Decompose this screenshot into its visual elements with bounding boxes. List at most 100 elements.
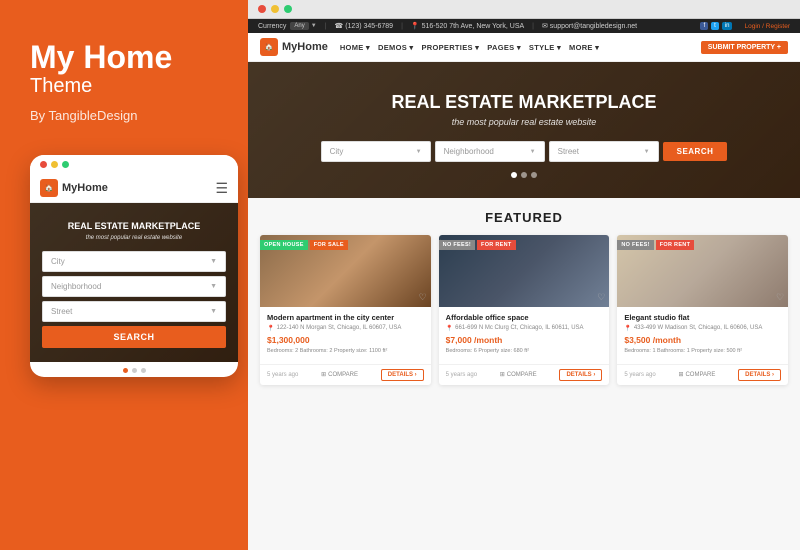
login-link[interactable]: Login / Register (744, 23, 790, 30)
mobile-street-arrow: ▼ (210, 308, 217, 315)
property-info-2: Affordable office space 📍 661-699 N Mc C… (439, 307, 610, 364)
featured-section: FEATURED ★ OPEN HOUSE FOR SALE ♡ Moder (248, 198, 800, 550)
property-date-2: 5 years ago (446, 372, 477, 378)
mobile-logo: 🏠 MyHome (40, 179, 108, 197)
property-meta-2: Bedrooms: 6 Property size: 680 ft² (446, 348, 603, 354)
heart-icon-3[interactable]: ♡ (776, 292, 784, 303)
property-price-2: $7,000 /month (446, 335, 603, 345)
property-img-1: ★ OPEN HOUSE FOR SALE ♡ (260, 235, 431, 307)
submit-property-button[interactable]: SUBMIT PROPERTY + (701, 41, 788, 54)
mobile-hamburger-icon[interactable]: ☰ (215, 180, 228, 197)
hero-subtitle: the most popular real estate website (268, 117, 780, 127)
property-date-1: 5 years ago (267, 372, 298, 378)
mobile-neighborhood-arrow: ▼ (210, 283, 217, 290)
property-img-2: ★ NO FEES! FOR RENT ♡ (439, 235, 610, 307)
location-icon-1: 📍 (267, 325, 274, 332)
browser-dot-red (258, 5, 266, 13)
heart-icon-1[interactable]: ♡ (419, 292, 427, 303)
nav-link-more[interactable]: MORE ▾ (569, 43, 599, 52)
mobile-slide-dot-1 (123, 368, 128, 373)
hero-street-select[interactable]: Street ▼ (549, 141, 659, 162)
nav-link-pages[interactable]: PAGES ▾ (487, 43, 521, 52)
desktop-mockup: Currency Any ▼ | ☎ (123) 345-6789 | 📍 51… (248, 0, 800, 550)
property-meta-3: Bedrooms: 1 Bathrooms: 1 Property size: … (624, 348, 781, 354)
property-title-1: Modern apartment in the city center (267, 313, 424, 323)
mobile-window-dots (40, 161, 69, 168)
property-date-3: 5 years ago (624, 372, 655, 378)
mobile-street-field[interactable]: Street ▼ (42, 301, 226, 322)
property-address-3: 📍 433-499 W Madison St, Chicago, IL 6060… (624, 325, 781, 332)
property-title-2: Affordable office space (446, 313, 603, 323)
featured-title: FEATURED (260, 210, 788, 225)
property-footer-3: 5 years ago ⊞ COMPARE DETAILS › (617, 364, 788, 385)
mobile-neighborhood-field[interactable]: Neighborhood ▼ (42, 276, 226, 297)
hero-section: REAL ESTATE MARKETPLACE the most popular… (248, 62, 800, 198)
badge-for-rent-2: FOR RENT (477, 240, 516, 250)
heart-icon-2[interactable]: ♡ (597, 292, 605, 303)
property-compare-2[interactable]: ⊞ COMPARE (500, 371, 537, 378)
hero-title: REAL ESTATE MARKETPLACE (268, 92, 780, 113)
nav-link-home[interactable]: HOME ▾ (340, 43, 370, 52)
property-card-2: ★ NO FEES! FOR RENT ♡ Affordable office … (439, 235, 610, 385)
property-info-1: Modern apartment in the city center 📍 12… (260, 307, 431, 364)
property-badges-3: NO FEES! FOR RENT (617, 240, 694, 250)
hero-search-row: City ▼ Neighborhood ▼ Street ▼ SEARCH (268, 141, 780, 162)
badge-open-house: OPEN HOUSE (260, 240, 308, 250)
hero-dot-3[interactable] (531, 172, 537, 178)
property-price-3: $3,500 /month (624, 335, 781, 345)
hero-city-select[interactable]: City ▼ (321, 141, 431, 162)
hero-dot-2[interactable] (521, 172, 527, 178)
details-button-2[interactable]: DETAILS › (559, 369, 602, 381)
mobile-hero-subtitle: the most popular real estate website (42, 235, 226, 241)
mobile-city-field[interactable]: City ▼ (42, 251, 226, 272)
nav-logo[interactable]: 🏠 MyHome (260, 38, 328, 56)
property-compare-1[interactable]: ⊞ COMPARE (321, 371, 358, 378)
badge-for-rent-3: FOR RENT (656, 240, 695, 250)
property-address-1: 📍 122-140 N Morgan St, Chicago, IL 60607… (267, 325, 424, 332)
hero-street-arrow: ▼ (644, 149, 650, 155)
browser-chrome (248, 0, 800, 19)
nav-link-style[interactable]: STYLE ▾ (529, 43, 561, 52)
property-card-3: ★ NO FEES! FOR RENT ♡ Elegant studio fla… (617, 235, 788, 385)
location-icon-3: 📍 (624, 325, 631, 332)
mobile-hero-title: REAL ESTATE MARKETPLACE (42, 221, 226, 231)
property-badges-2: NO FEES! FOR RENT (439, 240, 516, 250)
address-info: 📍 516-520 7th Ave, New York, USA (411, 22, 524, 30)
details-button-3[interactable]: DETAILS › (738, 369, 781, 381)
property-compare-3[interactable]: ⊞ COMPARE (678, 371, 715, 378)
social-icons: f t in (700, 22, 732, 30)
mobile-city-arrow: ▼ (210, 258, 217, 265)
phone-number: ☎ (123) 345-6789 (335, 22, 394, 30)
currency-dropdown[interactable]: Any (290, 22, 308, 30)
mobile-dot-red (40, 161, 47, 168)
compare-icon-1: ⊞ (321, 371, 326, 378)
badge-no-fees-2: NO FEES! (439, 240, 475, 250)
nav-link-properties[interactable]: PROPERTIES ▾ (421, 43, 479, 52)
mobile-slide-dot-3 (141, 368, 146, 373)
property-title-3: Elegant studio flat (624, 313, 781, 323)
linkedin-icon[interactable]: in (722, 22, 733, 30)
mobile-top-bar (30, 155, 238, 174)
hero-dot-1[interactable] (511, 172, 517, 178)
property-footer-1: 5 years ago ⊞ COMPARE DETAILS › (260, 364, 431, 385)
hero-search-button[interactable]: SEARCH (663, 142, 728, 161)
mobile-slide-dots (30, 362, 238, 377)
badge-no-fees-3: NO FEES! (617, 240, 653, 250)
nav-link-demos[interactable]: DEMOS ▾ (378, 43, 413, 52)
hero-neighborhood-select[interactable]: Neighborhood ▼ (435, 141, 545, 162)
right-panel: Currency Any ▼ | ☎ (123) 345-6789 | 📍 51… (248, 0, 800, 550)
mobile-search-button[interactable]: SEARCH (42, 326, 226, 348)
property-price-1: $1,300,000 (267, 335, 424, 345)
currency-selector[interactable]: Currency Any ▼ (258, 22, 317, 30)
nav-logo-icon: 🏠 (260, 38, 278, 56)
mobile-slide-dot-2 (132, 368, 137, 373)
property-address-2: 📍 661-699 N Mc Clurg Ct, Chicago, IL 606… (446, 325, 603, 332)
theme-title: My Home Theme By TangibleDesign (30, 40, 218, 123)
facebook-icon[interactable]: f (700, 22, 708, 30)
property-footer-2: 5 years ago ⊞ COMPARE DETAILS › (439, 364, 610, 385)
property-info-3: Elegant studio flat 📍 433-499 W Madison … (617, 307, 788, 364)
hero-city-arrow: ▼ (416, 149, 422, 155)
twitter-icon[interactable]: t (711, 22, 719, 30)
badge-for-sale: FOR SALE (310, 240, 348, 250)
details-button-1[interactable]: DETAILS › (381, 369, 424, 381)
